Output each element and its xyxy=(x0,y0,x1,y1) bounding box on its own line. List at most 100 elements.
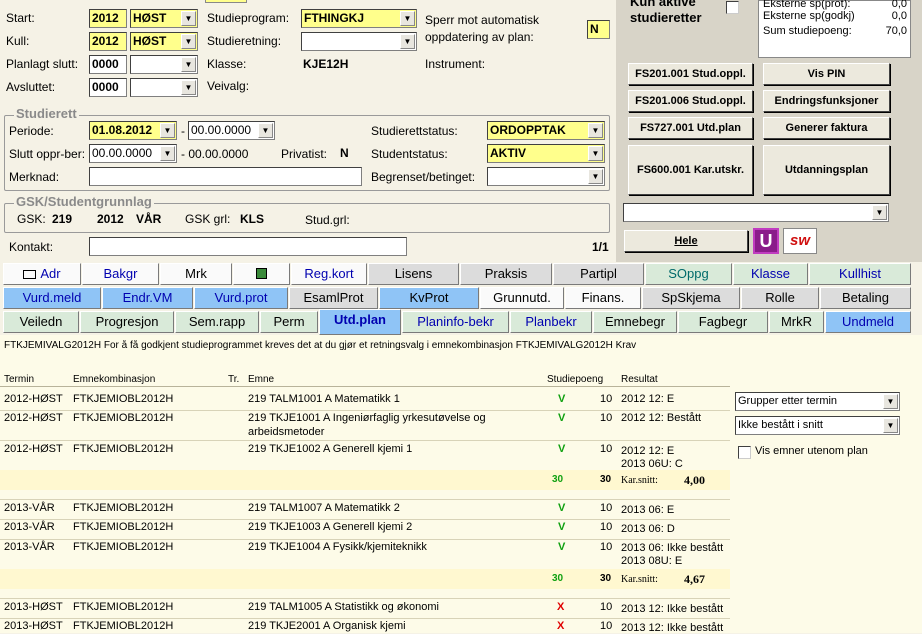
kull-term-select[interactable]: HØST ▼ xyxy=(130,32,198,51)
tab-mrk[interactable]: Mrk xyxy=(160,263,232,285)
tab-partipl[interactable]: Partipl xyxy=(553,263,644,285)
slutt-from-field[interactable]: 00.00.0000 ▼ xyxy=(89,144,177,163)
chevron-down-icon[interactable]: ▼ xyxy=(872,205,887,220)
tab-betaling[interactable]: Betaling xyxy=(820,287,911,309)
kontakt-field[interactable] xyxy=(89,237,407,256)
fs600-button[interactable]: FS600.001 Kar.utskr. xyxy=(628,145,753,195)
chevron-down-icon[interactable]: ▼ xyxy=(588,169,603,184)
utdanningsplan-button[interactable]: Utdanningsplan xyxy=(763,145,890,195)
table-row[interactable]: 2013-VÅR FTKJEMIOBL2012H 219 TALM1007 A … xyxy=(0,499,730,519)
tab-perm[interactable]: Perm xyxy=(260,311,318,333)
table-row[interactable]: 2012-HØST FTKJEMIOBL2012H 219 TKJE1002 A… xyxy=(0,440,730,470)
kull-year-field[interactable]: 2012 xyxy=(89,32,127,51)
tab-kullhist[interactable]: Kullhist xyxy=(809,263,911,285)
tab-utd-plan[interactable]: Utd.plan xyxy=(319,309,401,335)
gsk-title: GSK/Studentgrunnlag xyxy=(14,194,154,209)
tab-praksis[interactable]: Praksis xyxy=(460,263,552,285)
tab-finans[interactable]: Finans. xyxy=(565,287,641,309)
table-row[interactable]: 2013-VÅR FTKJEMIOBL2012H 219 TKJE1004 A … xyxy=(0,539,730,569)
chevron-down-icon[interactable]: ▼ xyxy=(160,123,175,138)
fs201-006-button[interactable]: FS201.006 Stud.oppl. xyxy=(628,90,753,112)
tab-mrkr[interactable]: MrkR xyxy=(769,311,824,333)
table-row[interactable]: 2013-VÅR FTKJEMIOBL2012H 219 TKJE1003 A … xyxy=(0,519,730,539)
tab-klasse[interactable]: Klasse xyxy=(733,263,808,285)
avsluttet-year-field[interactable]: 0000 xyxy=(89,78,127,97)
tab-fagbegr[interactable]: Fagbegr xyxy=(678,311,768,333)
tab-vurd-prot[interactable]: Vurd.prot xyxy=(194,287,288,309)
tab-calendar[interactable] xyxy=(233,263,290,285)
chevron-down-icon[interactable]: ▼ xyxy=(181,57,196,72)
planlagt-year-field[interactable]: 0000 xyxy=(89,55,127,74)
tab-progresjon[interactable]: Progresjon xyxy=(80,311,174,333)
hele-label: Hele xyxy=(674,235,698,247)
col-emnekomb-header[interactable]: Emnekombinasjon xyxy=(73,374,155,385)
studieprogram-select[interactable]: FTHINGKJ ▼ xyxy=(301,9,417,28)
chevron-down-icon[interactable]: ▼ xyxy=(160,146,175,161)
tab-planbekr[interactable]: Planbekr xyxy=(510,311,592,333)
table-row[interactable]: 2012-HØST FTKJEMIOBL2012H 219 TALM1001 A… xyxy=(0,390,730,410)
vis-emner-checkbox[interactable] xyxy=(738,446,751,459)
chevron-down-icon[interactable]: ▼ xyxy=(181,80,196,95)
tab-emnebegr[interactable]: Emnebegr xyxy=(593,311,677,333)
chevron-down-icon[interactable]: ▼ xyxy=(883,394,898,409)
table-row[interactable]: 2013-HØST FTKJEMIOBL2012H 219 TALM1005 A… xyxy=(0,598,730,618)
kun-aktive-checkbox[interactable] xyxy=(726,1,739,14)
chevron-down-icon[interactable]: ▼ xyxy=(258,123,273,138)
studentstatus-select[interactable]: AKTIV ▼ xyxy=(487,144,605,163)
periode-to-field[interactable]: 00.00.0000 ▼ xyxy=(188,121,275,140)
tab-esamlprot[interactable]: EsamlProt xyxy=(289,287,378,309)
fs201-001-button[interactable]: FS201.001 Stud.oppl. xyxy=(628,63,753,85)
periode-from-field[interactable]: 01.08.2012 ▼ xyxy=(89,121,177,140)
tab-kvprot[interactable]: KvProt xyxy=(379,287,479,309)
table-row[interactable]: 2012-HØST FTKJEMIOBL2012H 219 TKJE1001 A… xyxy=(0,410,730,440)
generer-faktura-button[interactable]: Generer faktura xyxy=(763,117,890,139)
tab-spskjema[interactable]: SpSkjema xyxy=(642,287,740,309)
tab-vurd-meld[interactable]: Vurd.meld xyxy=(3,287,101,309)
tab-endr-vm[interactable]: Endr.VM xyxy=(102,287,193,309)
tab-bakgr[interactable]: Bakgr xyxy=(82,263,159,285)
tab-sem-rapp[interactable]: Sem.rapp xyxy=(175,311,259,333)
col-tr-header[interactable]: Tr. xyxy=(228,374,239,385)
studieretning-select[interactable]: ▼ xyxy=(301,32,417,51)
ikke-bestatt-select[interactable]: Ikke bestått i snitt ▼ xyxy=(735,416,900,435)
chevron-down-icon[interactable]: ▼ xyxy=(400,34,415,49)
hele-button[interactable]: Hele xyxy=(624,230,748,252)
tab-adr[interactable]: Adr xyxy=(3,263,81,285)
chevron-down-icon[interactable]: ▼ xyxy=(400,11,415,26)
start-year-field[interactable]: 2012 xyxy=(89,9,127,28)
grupper-select[interactable]: Grupper etter termin ▼ xyxy=(735,392,900,411)
chevron-down-icon[interactable]: ▼ xyxy=(181,11,196,26)
tab-reg-kort[interactable]: Reg.kort xyxy=(291,263,367,285)
sperr-field[interactable]: N xyxy=(587,20,610,39)
chevron-down-icon[interactable]: ▼ xyxy=(588,123,603,138)
u-logo-icon[interactable]: U xyxy=(753,228,779,254)
tab-soppg[interactable]: SOppg xyxy=(645,263,732,285)
table-row[interactable]: 2013-HØST FTKJEMIOBL2012H 219 TKJE2001 A… xyxy=(0,618,730,634)
studierettstatus-select[interactable]: ORDOPPTAK ▼ xyxy=(487,121,605,140)
avsluttet-term-select[interactable]: ▼ xyxy=(130,78,198,97)
tab-veiledn[interactable]: Veiledn xyxy=(3,311,79,333)
start-term-select[interactable]: HØST ▼ xyxy=(130,9,198,28)
tab-rolle[interactable]: Rolle xyxy=(741,287,819,309)
tab-planinfo-bekr[interactable]: Planinfo-bekr xyxy=(402,311,509,333)
row-sp: 10 xyxy=(600,412,613,424)
tab-grunnutd[interactable]: Grunnutd. xyxy=(480,287,564,309)
fs727-button[interactable]: FS727.001 Utd.plan xyxy=(628,117,753,139)
col-studiepoeng-header[interactable]: Studiepoeng xyxy=(547,374,603,385)
vis-pin-button[interactable]: Vis PIN xyxy=(763,63,890,85)
sw-logo-icon[interactable]: sw xyxy=(783,228,817,254)
col-emne-header[interactable]: Emne xyxy=(248,374,274,385)
chevron-down-icon[interactable]: ▼ xyxy=(588,146,603,161)
chevron-down-icon[interactable]: ▼ xyxy=(883,418,898,433)
col-termin-header[interactable]: Termin xyxy=(4,374,34,385)
person-select[interactable]: ▼ xyxy=(623,203,889,222)
tab-lisens[interactable]: Lisens xyxy=(368,263,459,285)
endringsfunksjoner-button[interactable]: Endringsfunksjoner xyxy=(763,90,890,112)
merknad-field[interactable] xyxy=(89,167,362,186)
tab-adr-label: Adr xyxy=(40,266,61,281)
chevron-down-icon[interactable]: ▼ xyxy=(181,34,196,49)
tab-undmeld[interactable]: Undmeld xyxy=(825,311,911,333)
planlagt-term-select[interactable]: ▼ xyxy=(130,55,198,74)
begrenset-select[interactable]: ▼ xyxy=(487,167,605,186)
col-resultat-header[interactable]: Resultat xyxy=(621,374,658,385)
